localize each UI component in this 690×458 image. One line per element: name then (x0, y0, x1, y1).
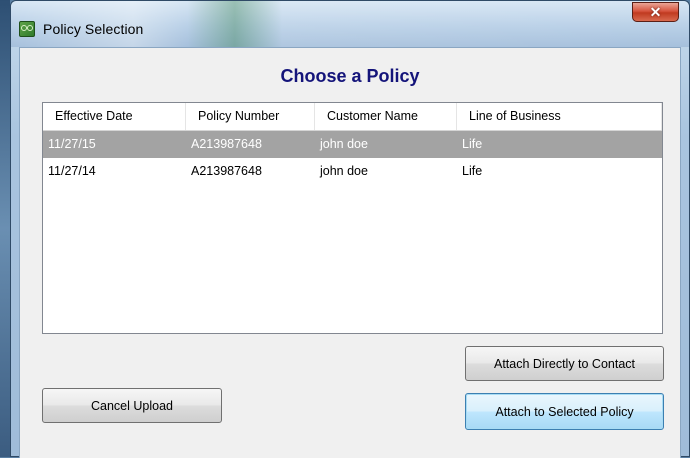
close-button[interactable]: ✕ (632, 2, 679, 22)
column-header-customer-name[interactable]: Customer Name (315, 103, 457, 130)
cell-line-of-business: Life (462, 137, 483, 151)
app-icon (19, 21, 35, 37)
cell-effective-date: 11/27/15 (48, 137, 96, 151)
attach-to-selected-policy-button[interactable]: Attach to Selected Policy (465, 393, 664, 430)
attach-directly-to-contact-button[interactable]: Attach Directly to Contact (465, 346, 664, 381)
column-header-line-of-business[interactable]: Line of Business (457, 103, 662, 130)
list-header: Effective Date Policy Number Customer Na… (43, 103, 662, 131)
close-icon: ✕ (649, 3, 662, 20)
page-title: Choose a Policy (280, 66, 420, 86)
cell-policy-number: A213987648 (191, 137, 262, 151)
cell-customer-name: john doe (320, 164, 368, 178)
desktop-background (0, 0, 10, 457)
table-row[interactable]: 11/27/14 A213987648 john doe Life (43, 158, 662, 185)
dialog-client-area: Choose a Policy Effective Date Policy Nu… (19, 47, 681, 458)
column-header-policy-number[interactable]: Policy Number (186, 103, 315, 130)
cell-customer-name: john doe (320, 137, 368, 151)
title-bar[interactable]: Policy Selection ✕ (11, 1, 689, 47)
window-title: Policy Selection (43, 21, 144, 37)
cell-policy-number: A213987648 (191, 164, 262, 178)
table-row[interactable]: 11/27/15 A213987648 john doe Life (43, 131, 662, 158)
policy-list[interactable]: Effective Date Policy Number Customer Na… (42, 102, 663, 334)
cell-line-of-business: Life (462, 164, 483, 178)
policy-selection-window: Policy Selection ✕ Choose a Policy Effec… (10, 0, 690, 458)
cancel-upload-button[interactable]: Cancel Upload (42, 388, 222, 423)
column-header-effective-date[interactable]: Effective Date (43, 103, 186, 130)
cell-effective-date: 11/27/14 (48, 164, 96, 178)
